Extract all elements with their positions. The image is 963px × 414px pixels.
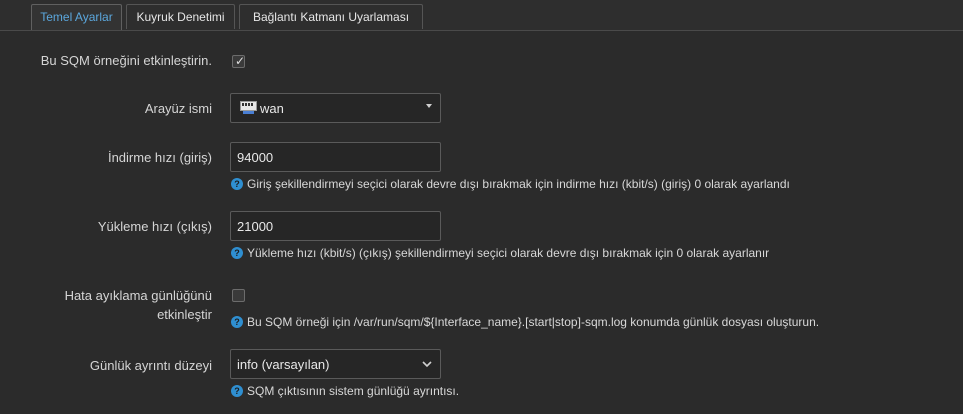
interface-label: Arayüz ismi (144, 101, 212, 116)
tab-basic-settings[interactable]: Temel Ayarlar (31, 4, 122, 30)
upload-speed-input[interactable] (230, 211, 441, 241)
help-icon: ? (231, 178, 243, 190)
download-label: İndirme hızı (giriş) (107, 150, 212, 165)
checkmark-icon: ✓ (235, 54, 246, 68)
debug-log-label-line2: etkinleştir (157, 307, 212, 322)
help-icon: ? (231, 316, 243, 328)
debug-log-label: Hata ayıklama günlüğünü etkinleştir (65, 286, 212, 324)
upload-label: Yükleme hızı (çıkış) (97, 219, 212, 234)
tab-queue-discipline[interactable]: Kuyruk Denetimi (126, 4, 235, 29)
tab-link-layer-adaptation[interactable]: Bağlantı Katmanı Uyarlaması (239, 4, 423, 29)
upload-hint-text: Yükleme hızı (kbit/s) (çıkış) şekillendi… (247, 246, 770, 260)
verbosity-hint: ? SQM çıktısının sistem günlüğü ayrıntıs… (231, 384, 459, 398)
network-port-icon (240, 101, 257, 114)
help-icon: ? (231, 385, 243, 397)
verbosity-hint-text: SQM çıktısının sistem günlüğü ayrıntısı. (247, 384, 460, 398)
download-hint: ? Giriş şekillendirmeyi seçici olarak de… (231, 177, 790, 191)
debug-log-hint: ? Bu SQM örneği için /var/run/sqm/${Inte… (231, 315, 819, 329)
debug-log-hint-text: Bu SQM örneği için /var/run/sqm/${Interf… (247, 315, 820, 329)
verbosity-select[interactable]: info (varsayılan) (230, 349, 441, 379)
dropdown-caret-icon (426, 104, 432, 108)
settings-panel: Bu SQM örneğini etkinleştirin. ✓ Arayüz … (0, 31, 963, 414)
enable-label: Bu SQM örneğini etkinleştirin. (40, 53, 212, 68)
interface-select[interactable]: wan (230, 93, 441, 123)
debug-log-checkbox[interactable] (232, 289, 245, 302)
chevron-down-icon (422, 361, 432, 368)
download-hint-text: Giriş şekillendirmeyi seçici olarak devr… (247, 177, 790, 191)
interface-value: wan (260, 100, 284, 116)
download-speed-input[interactable] (230, 142, 441, 172)
upload-hint: ? Yükleme hızı (kbit/s) (çıkış) şekillen… (231, 246, 769, 260)
verbosity-value: info (varsayılan) (237, 356, 330, 372)
tab-bar: Temel Ayarlar Kuyruk Denetimi Bağlantı K… (0, 0, 963, 31)
enable-checkbox[interactable]: ✓ (232, 54, 246, 68)
help-icon: ? (231, 247, 243, 259)
verbosity-label: Günlük ayrıntı düzeyi (89, 358, 212, 373)
debug-log-label-line1: Hata ayıklama günlüğünü (64, 288, 212, 303)
